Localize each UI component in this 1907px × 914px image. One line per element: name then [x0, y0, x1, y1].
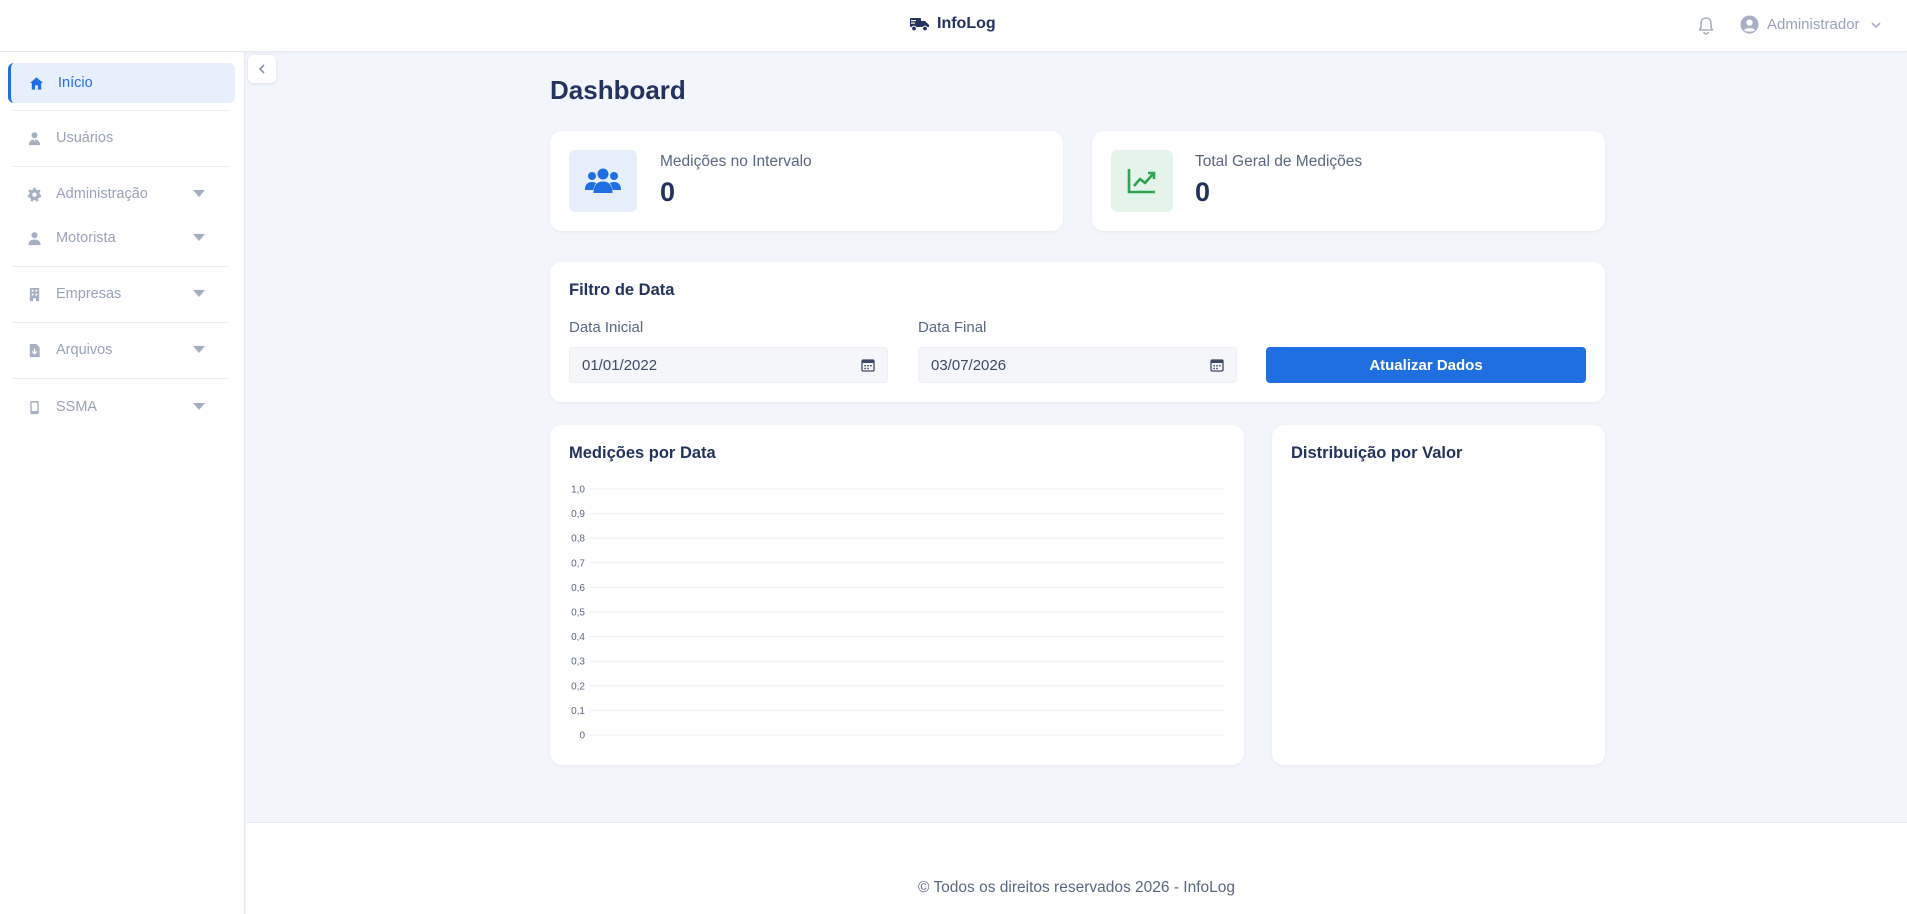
top-bar: InfoLog Administrador: [0, 0, 1907, 52]
caret-down-icon: [193, 190, 205, 197]
end-date-label: Data Final: [918, 319, 987, 336]
sidebar-divider: [12, 378, 229, 379]
sidebar-divider: [12, 110, 229, 111]
stat-card-total: Total Geral de Medições 0: [1092, 131, 1605, 231]
calendar-icon[interactable]: [1210, 358, 1224, 372]
sidebar-item-label: Arquivos: [56, 342, 113, 358]
sidebar-item-empresas[interactable]: Empresas: [8, 274, 235, 314]
sidebar-divider: [12, 266, 229, 267]
start-date-value: 01/01/2022: [582, 356, 658, 374]
user-circle-icon: [1740, 15, 1759, 34]
y-tick-label: 0,3: [571, 657, 585, 668]
sidebar-item-label: SSMA: [56, 399, 98, 415]
footer: © Todos os direitos reservados 2026 - In…: [246, 822, 1907, 914]
y-tick-label: 0,7: [571, 558, 585, 569]
chevron-left-icon: [258, 64, 265, 74]
user-menu[interactable]: Administrador: [1740, 15, 1882, 34]
sidebar-divider: [12, 166, 229, 167]
sidebar-item-label: Motorista: [56, 230, 116, 246]
user-name: Administrador: [1767, 16, 1860, 33]
stat-card-interval: Medições no Intervalo 0: [550, 131, 1063, 231]
caret-down-icon: [193, 290, 205, 297]
chevron-down-icon: [1870, 21, 1881, 28]
y-tick-label: 0,4: [571, 632, 585, 643]
sidebar-item-inicio[interactable]: Início: [8, 63, 235, 103]
file-icon: [26, 342, 42, 358]
building-icon: [26, 286, 42, 302]
distribution-title: Distribuição por Valor: [1291, 444, 1463, 462]
gear-icon: [26, 186, 42, 202]
y-tick-label: 0,1: [571, 706, 585, 717]
sidebar-item-label: Administração: [56, 186, 148, 202]
sidebar-divider: [12, 322, 229, 323]
page-title: Dashboard: [550, 75, 686, 105]
brand-logo[interactable]: InfoLog: [910, 15, 996, 33]
line-chart: 0 0,1 0,2 0,3 0,4 0,5 0,6 0,7 0,8 0,9 1,0: [571, 485, 1224, 742]
sidebar-toggle-button[interactable]: [248, 55, 276, 83]
measurements-by-date-card: Medições por Data 0 0,1 0,2 0,3 0,4 0,5 0,6 0,7…: [550, 425, 1244, 765]
update-data-button[interactable]: Atualizar Dados: [1266, 347, 1586, 383]
caret-down-icon: [193, 346, 205, 353]
stat-value: 0: [1195, 177, 1211, 207]
y-tick-label: 0,8: [571, 534, 585, 545]
stat-label: Total Geral de Medições: [1195, 153, 1363, 170]
end-date-value: 03/07/2026: [931, 356, 1007, 374]
sidebar-item-ssma[interactable]: SSMA: [8, 387, 235, 427]
user-icon: [26, 230, 42, 246]
end-date-input[interactable]: 03/07/2026: [918, 347, 1237, 383]
caret-down-icon: [193, 234, 205, 241]
y-tick-label: 1,0: [571, 485, 585, 496]
start-date-input[interactable]: 01/01/2022: [569, 347, 888, 383]
date-filter-card: Filtro de Data Data Inicial 01/01/2022 D…: [550, 262, 1605, 402]
brand-name: InfoLog: [937, 15, 996, 32]
y-tick-label: 0: [579, 731, 585, 742]
sidebar-item-label: Usuários: [56, 130, 114, 146]
mobile-icon: [26, 399, 42, 415]
stat-label: Medições no Intervalo: [660, 153, 812, 170]
truck-icon: [910, 18, 929, 32]
caret-down-icon: [193, 403, 205, 410]
y-tick-label: 0,6: [571, 583, 585, 594]
calendar-icon[interactable]: [861, 358, 875, 372]
y-tick-label: 0,9: [571, 509, 585, 520]
bell-icon[interactable]: [1697, 16, 1715, 36]
stat-value: 0: [660, 177, 676, 207]
y-tick-label: 0,5: [571, 608, 585, 619]
users-icon: [569, 150, 637, 212]
y-tick-label: 0,2: [571, 681, 585, 692]
start-date-label: Data Inicial: [569, 319, 644, 336]
distribution-by-value-card: Distribuição por Valor: [1272, 425, 1605, 765]
sidebar-item-administracao[interactable]: Administração: [8, 174, 235, 214]
sidebar-item-arquivos[interactable]: Arquivos: [8, 330, 235, 370]
footer-copyright: © Todos os direitos reservados 2026 - In…: [917, 879, 1236, 896]
sidebar-item-label: Empresas: [56, 286, 122, 302]
sidebar-item-label: Início: [58, 75, 93, 91]
chart-line-icon: [1111, 150, 1173, 212]
sidebar: Início Usuários Administração Motorista …: [0, 52, 245, 914]
sidebar-item-usuarios[interactable]: Usuários: [8, 118, 235, 158]
home-icon: [28, 75, 44, 91]
filter-title: Filtro de Data: [569, 281, 675, 299]
user-tie-icon: [26, 130, 42, 146]
sidebar-item-motorista[interactable]: Motorista: [8, 218, 235, 258]
